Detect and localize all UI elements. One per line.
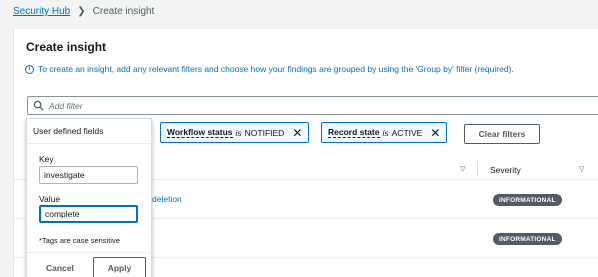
close-icon[interactable]: ✕: [292, 126, 302, 140]
sort-down-icon[interactable]: ▽: [579, 165, 584, 173]
column-divider: [477, 162, 478, 176]
finding-title-link[interactable]: deletion: [152, 194, 182, 204]
breadcrumb-current: Create insight: [92, 6, 155, 17]
add-filter-input[interactable]: [49, 100, 449, 111]
filter-chip-operator: is: [235, 127, 242, 138]
value-label: Value: [39, 194, 61, 204]
key-input[interactable]: [39, 166, 138, 184]
breadcrumb-security-hub-link[interactable]: Security Hub: [13, 6, 70, 17]
value-input[interactable]: [39, 205, 138, 223]
popover-footer: Cancel Apply: [27, 252, 151, 277]
cancel-button[interactable]: Cancel: [46, 263, 74, 273]
chevron-right-icon: ❯: [77, 6, 86, 17]
info-text: To create an insight, add any relevant f…: [38, 64, 514, 74]
page-title: Create insight: [26, 40, 107, 54]
breadcrumb: Security Hub ❯ Create insight: [13, 6, 154, 17]
key-label: Key: [39, 154, 54, 164]
user-defined-fields-popover: User defined fields Key Value *Tags are …: [26, 118, 152, 277]
sort-down-icon[interactable]: ▽: [460, 165, 465, 173]
filter-chip-label[interactable]: Workflow status: [167, 127, 233, 138]
filter-chip-operator: is: [382, 127, 389, 138]
filter-chip-workflow-status[interactable]: Workflow status is NOTIFIED ✕: [160, 122, 310, 143]
info-message: i To create an insight, add any relevant…: [25, 64, 514, 74]
severity-badge: INFORMATIONAL: [493, 194, 562, 206]
filter-bar[interactable]: [27, 96, 598, 115]
case-sensitive-note: *Tags are case sensitive: [39, 236, 120, 245]
popover-title[interactable]: User defined fields: [27, 119, 151, 144]
filter-chip-value: ACTIVE: [391, 127, 423, 138]
clear-filters-button[interactable]: Clear filters: [464, 124, 540, 144]
filter-chip-label[interactable]: Record state: [328, 127, 380, 138]
severity-column-header[interactable]: Severity: [490, 165, 521, 175]
apply-button[interactable]: Apply: [93, 257, 146, 277]
filter-chip-record-state[interactable]: Record state is ACTIVE ✕: [321, 122, 448, 143]
info-icon: i: [25, 64, 34, 74]
close-icon[interactable]: ✕: [430, 126, 440, 140]
severity-badge: INFORMATIONAL: [493, 233, 562, 245]
search-icon: [33, 100, 44, 111]
filter-chip-value: NOTIFIED: [244, 127, 285, 138]
